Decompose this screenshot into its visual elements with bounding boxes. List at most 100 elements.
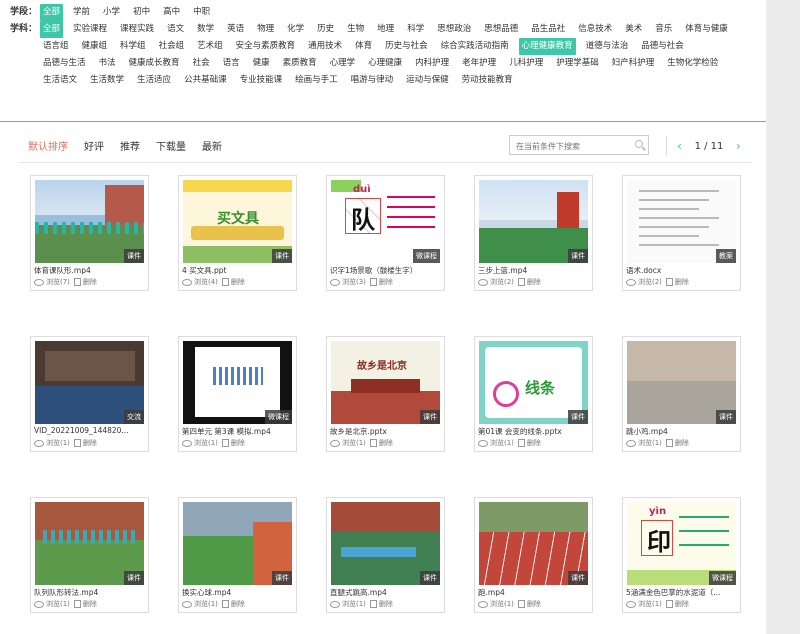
- subject-option[interactable]: 美术: [622, 21, 645, 38]
- trash-icon[interactable]: [517, 600, 525, 608]
- trash-icon[interactable]: [73, 600, 81, 608]
- trash-icon[interactable]: [517, 278, 525, 286]
- resource-card[interactable]: 微课程 第四单元 第3课 模拟.mp4 浏览(1) 删除: [178, 336, 297, 452]
- resource-thumbnail[interactable]: 课件: [35, 502, 144, 585]
- subject-option[interactable]: 内科护理: [412, 55, 452, 72]
- subject-option[interactable]: 全部: [40, 21, 64, 38]
- subject-option[interactable]: 科学: [404, 21, 427, 38]
- resource-title[interactable]: 体育课队形.mp4: [34, 265, 146, 276]
- subject-option[interactable]: 思想品德: [481, 21, 521, 38]
- resource-thumbnail[interactable]: 课件: [479, 180, 588, 263]
- subject-option[interactable]: 道德与法治: [583, 38, 632, 55]
- stage-option[interactable]: 全部: [40, 4, 64, 21]
- subject-option[interactable]: 综合实践活动指南: [438, 38, 512, 55]
- delete-link[interactable]: 删除: [231, 438, 245, 448]
- trash-icon[interactable]: [73, 439, 81, 447]
- subject-option[interactable]: 生活适应: [134, 72, 174, 89]
- subject-option[interactable]: 音乐: [652, 21, 675, 38]
- subject-option[interactable]: 心理学: [327, 55, 359, 72]
- trash-icon[interactable]: [517, 439, 525, 447]
- subject-option[interactable]: 英语: [224, 21, 247, 38]
- delete-link[interactable]: 删除: [675, 438, 689, 448]
- stage-option[interactable]: 小学: [100, 4, 123, 21]
- delete-link[interactable]: 删除: [675, 599, 689, 609]
- subject-option[interactable]: 心理健康教育: [518, 38, 576, 55]
- subject-option[interactable]: 思想政治: [434, 21, 474, 38]
- subject-option[interactable]: 生物: [344, 21, 367, 38]
- subject-option[interactable]: 历史与社会: [382, 38, 431, 55]
- subject-option[interactable]: 体育与健康: [682, 21, 731, 38]
- trash-icon[interactable]: [369, 278, 377, 286]
- subject-option[interactable]: 护理学基础: [553, 55, 602, 72]
- subject-option[interactable]: 生物化学检验: [664, 55, 721, 72]
- subject-option[interactable]: 老年护理: [459, 55, 499, 72]
- subject-option[interactable]: 品生品社: [528, 21, 568, 38]
- subject-option[interactable]: 生活数学: [87, 72, 127, 89]
- subject-option[interactable]: 语言组: [40, 38, 72, 55]
- delete-link[interactable]: 删除: [231, 277, 245, 287]
- resource-card[interactable]: 课件 直腿式跳高.mp4 浏览(1) 删除: [326, 497, 445, 613]
- subject-option[interactable]: 妇产科护理: [609, 55, 658, 72]
- resource-title[interactable]: 4 买文具.ppt: [182, 265, 294, 276]
- resource-card[interactable]: 线条 课件 第01课 会变的线条.pptx 浏览(1) 删除: [474, 336, 593, 452]
- trash-icon[interactable]: [369, 600, 377, 608]
- subject-option[interactable]: 化学: [284, 21, 307, 38]
- resource-thumbnail[interactable]: 买文具 课件: [183, 180, 292, 263]
- subject-option[interactable]: 社会组: [156, 38, 188, 55]
- subject-option[interactable]: 心理健康: [365, 55, 405, 72]
- subject-option[interactable]: 地理: [374, 21, 397, 38]
- subject-option[interactable]: 生活语文: [40, 72, 80, 89]
- subject-option[interactable]: 品德与生活: [40, 55, 89, 72]
- delete-link[interactable]: 删除: [527, 438, 541, 448]
- resource-card[interactable]: 课件 队列队形转法.mp4 浏览(1) 删除: [30, 497, 149, 613]
- trash-icon[interactable]: [665, 600, 673, 608]
- delete-link[interactable]: 删除: [527, 277, 541, 287]
- subject-option[interactable]: 语文: [164, 21, 187, 38]
- resource-title[interactable]: 第01课 会变的线条.pptx: [478, 426, 590, 437]
- resource-title[interactable]: 5涵满金色巴掌的水泥道（...: [626, 587, 738, 598]
- subject-option[interactable]: 通用技术: [305, 38, 345, 55]
- resource-card[interactable]: 故乡是北京 课件 故乡是北京.pptx 浏览(1) 删除: [326, 336, 445, 452]
- resource-thumbnail[interactable]: 线条 课件: [479, 341, 588, 424]
- subject-option[interactable]: 书法: [96, 55, 119, 72]
- subject-option[interactable]: 运动与保健: [403, 72, 452, 89]
- resource-card[interactable]: 课件 跳小鸡.mp4 浏览(1) 删除: [622, 336, 741, 452]
- subject-option[interactable]: 唱游与律动: [348, 72, 397, 89]
- resource-title[interactable]: 跑.mp4: [478, 587, 590, 598]
- sort-option[interactable]: 默认排序: [28, 138, 68, 153]
- resource-thumbnail[interactable]: 课件: [331, 502, 440, 585]
- sort-option[interactable]: 推荐: [120, 138, 140, 153]
- delete-link[interactable]: 删除: [379, 438, 393, 448]
- resource-thumbnail[interactable]: 交流: [35, 341, 144, 424]
- resource-thumbnail[interactable]: 课件: [479, 502, 588, 585]
- subject-option[interactable]: 素质教育: [280, 55, 320, 72]
- subject-option[interactable]: 健康成长教育: [126, 55, 183, 72]
- delete-link[interactable]: 删除: [83, 277, 97, 287]
- resource-card[interactable]: 印 yìn 微课程 5涵满金色巴掌的水泥道（... 浏览(1) 删除: [622, 497, 741, 613]
- stage-option[interactable]: 中职: [190, 4, 213, 21]
- resource-thumbnail[interactable]: 印 yìn 微课程: [627, 502, 736, 585]
- resource-card[interactable]: 课件 三步上篮.mp4 浏览(2) 删除: [474, 175, 593, 291]
- resource-card[interactable]: 课件 跑.mp4 浏览(1) 删除: [474, 497, 593, 613]
- delete-link[interactable]: 删除: [83, 438, 97, 448]
- delete-link[interactable]: 删除: [379, 277, 393, 287]
- prev-page-icon[interactable]: ‹: [673, 139, 687, 153]
- resource-card[interactable]: 教案 语术.docx 浏览(2) 删除: [622, 175, 741, 291]
- trash-icon[interactable]: [665, 439, 673, 447]
- sort-option[interactable]: 下载量: [156, 138, 186, 153]
- subject-option[interactable]: 儿科护理: [506, 55, 546, 72]
- subject-option[interactable]: 历史: [314, 21, 337, 38]
- resource-title[interactable]: 第四单元 第3课 模拟.mp4: [182, 426, 294, 437]
- delete-link[interactable]: 删除: [231, 599, 245, 609]
- search-icon[interactable]: [635, 140, 643, 148]
- subject-option[interactable]: 实验课程: [70, 21, 110, 38]
- resource-title[interactable]: 直腿式跳高.mp4: [330, 587, 442, 598]
- resource-title[interactable]: 跳小鸡.mp4: [626, 426, 738, 437]
- subject-option[interactable]: 数学: [194, 21, 217, 38]
- subject-option[interactable]: 健康: [250, 55, 273, 72]
- resource-title[interactable]: 三步上篮.mp4: [478, 265, 590, 276]
- subject-option[interactable]: 体育: [352, 38, 375, 55]
- trash-icon[interactable]: [221, 439, 229, 447]
- subject-option[interactable]: 安全与素质教育: [233, 38, 299, 55]
- subject-option[interactable]: 公共基础课: [181, 72, 230, 89]
